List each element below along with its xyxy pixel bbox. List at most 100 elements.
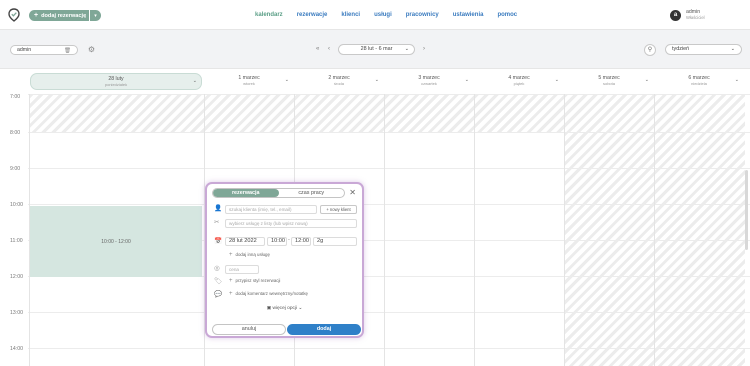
date-input[interactable]: 28 lut 2022 [225, 237, 265, 246]
hour-label: 10:00 [10, 202, 23, 208]
scrollbar[interactable] [745, 170, 748, 250]
day-header[interactable]: 4 marzec piątek ⌄ [475, 73, 563, 90]
day-weekday: sobota [602, 81, 615, 86]
day-weekday: piątek [513, 81, 525, 86]
day-weekday: środa [333, 81, 344, 86]
options-icon: ▣ [266, 306, 272, 311]
new-reservation-dialog: rezerwacja czas pracy ✕ 👤 szukaj klienta… [205, 182, 364, 338]
duration-input[interactable]: 2g [313, 237, 357, 246]
day-column-line [474, 94, 475, 366]
chevron-right-icon[interactable]: › [423, 46, 425, 52]
nav-clients[interactable]: klienci [341, 12, 360, 18]
time-separator: - [288, 237, 290, 243]
hour-line [28, 168, 750, 169]
day-column-line [654, 94, 655, 366]
add-reservation-button[interactable]: + dodaj rezerwację ▾ [29, 10, 101, 21]
time-to-input[interactable]: 12:00 [291, 237, 311, 246]
search-icon[interactable]: ⚲ [644, 44, 656, 56]
assign-style-link[interactable]: + przypisz styl rezerwacji [229, 278, 280, 284]
plus-icon: + [229, 278, 233, 284]
tab-reservation[interactable]: rezerwacja [213, 189, 279, 197]
plus-icon: + [229, 291, 233, 297]
add-reservation-label: dodaj rezerwację [41, 12, 87, 19]
cancel-button[interactable]: anuluj [212, 324, 286, 335]
hour-line [28, 94, 750, 95]
week-calendar: 28 luty poniedziałek ⌄ 1 marzec wtorek ⌄… [0, 68, 750, 366]
day-header[interactable]: 6 marzec niedziela ⌄ [655, 73, 743, 90]
service-icon: ✂ [214, 219, 220, 226]
chevron-down-icon[interactable]: ⌄ [193, 78, 197, 84]
nav-calendar[interactable]: kalendarz [255, 12, 283, 18]
day-header-today[interactable]: 28 luty poniedziałek ⌄ [30, 73, 202, 90]
new-client-button[interactable]: + nowy klient [320, 205, 357, 214]
nav-settings[interactable]: ustawienia [453, 12, 484, 18]
nav-employees[interactable]: pracownicy [406, 12, 439, 18]
day-column-line [384, 94, 385, 366]
price-input[interactable]: cena [225, 265, 259, 274]
add-service-link[interactable]: + dodaj inną usługę [229, 252, 270, 258]
employee-select-value: admin [17, 47, 32, 53]
chevron-down-icon[interactable]: ⌄ [375, 77, 379, 83]
chevron-down-icon[interactable]: ⌄ [555, 77, 559, 83]
client-search-input[interactable]: szukaj klienta (imię, tel., email) [225, 205, 317, 214]
day-weekday: niedziela [691, 81, 707, 86]
closed-hours-area [30, 94, 745, 132]
nav-reservations[interactable]: rezerwacje [297, 12, 328, 18]
more-options-link[interactable]: ▣ więcej opcji ⌄ [207, 306, 362, 311]
add-comment-link[interactable]: + dodaj komentarz wewnętrzny/notatkę [229, 291, 308, 297]
hour-label: 14:00 [10, 346, 23, 352]
view-select[interactable]: tydzień ⌄ [665, 44, 742, 55]
chevron-down-icon[interactable]: ⌄ [645, 77, 649, 83]
comment-icon: 💬 [214, 291, 223, 298]
dialog-tabs: rezerwacja czas pracy [212, 188, 345, 198]
hour-label: 11:00 [10, 238, 23, 244]
day-header[interactable]: 2 marzec środa ⌄ [295, 73, 383, 90]
day-header[interactable]: 1 marzec wtorek ⌄ [205, 73, 293, 90]
hour-label: 8:00 [10, 130, 21, 136]
service-input[interactable]: wybierz usługę z listy (lub wpisz nową) [225, 219, 357, 228]
day-weekday: poniedziałek [104, 82, 128, 87]
user-menu[interactable]: a admin Właściciel [670, 9, 705, 21]
chevron-down-icon[interactable]: ⌄ [735, 77, 739, 83]
day-header[interactable]: 3 marzec czwartek ⌄ [385, 73, 473, 90]
assign-style-label: przypisz styl rezerwacji [235, 278, 281, 283]
employee-select[interactable]: admin 🗑 [10, 45, 78, 55]
selected-timeslot[interactable]: 10:00 - 12:00 [30, 206, 202, 277]
chevron-down-icon: ⌄ [298, 306, 303, 311]
plus-icon: + [229, 252, 233, 258]
calendar-icon: 📅 [214, 238, 223, 245]
hour-label: 13:00 [10, 310, 23, 316]
main-nav: kalendarz rezerwacje klienci usługi prac… [255, 12, 531, 18]
logo-icon[interactable] [8, 8, 20, 22]
user-role: Właściciel [686, 15, 705, 20]
chevron-down-icon[interactable]: ⌄ [465, 77, 469, 83]
gear-icon[interactable]: ⚙ [87, 45, 96, 54]
nav-help[interactable]: pomoc [497, 12, 517, 18]
close-icon[interactable]: ✕ [349, 188, 356, 197]
chevron-left-icon[interactable]: ‹ [328, 46, 330, 52]
add-button[interactable]: dodaj [287, 324, 361, 335]
hour-line [28, 132, 750, 133]
day-header[interactable]: 5 marzec sobota ⌄ [565, 73, 653, 90]
hour-label: 12:00 [10, 274, 23, 280]
double-chevron-left-icon[interactable]: « [316, 46, 319, 52]
tag-icon: 🏷 [214, 278, 223, 285]
hour-line [28, 348, 750, 349]
avatar: a [670, 9, 681, 21]
add-service-label: dodaj inną usługę [235, 252, 270, 257]
chevron-down-icon[interactable]: ▾ [89, 10, 101, 21]
top-bar: + dodaj rezerwację ▾ kalendarz rezerwacj… [0, 0, 750, 30]
more-options-label: więcej opcji [272, 306, 298, 311]
hour-label: 7:00 [10, 94, 21, 100]
view-select-value: tydzień [672, 46, 690, 52]
day-weekday: wtorek [243, 81, 255, 86]
chevron-down-icon: ⌄ [404, 46, 409, 52]
nav-services[interactable]: usługi [374, 12, 392, 18]
hour-line [28, 312, 750, 313]
tab-worktime[interactable]: czas pracy [279, 189, 345, 197]
chevron-down-icon[interactable]: ⌄ [285, 77, 289, 83]
trash-icon[interactable]: 🗑 [64, 47, 71, 55]
calendar-toolbar: admin 🗑 ⚙ « ‹ 28 lut - 6 mar ⌄ › ⚲ tydzi… [0, 38, 750, 62]
time-from-input[interactable]: 10:00 [267, 237, 287, 246]
date-range-select[interactable]: 28 lut - 6 mar ⌄ [338, 44, 415, 55]
